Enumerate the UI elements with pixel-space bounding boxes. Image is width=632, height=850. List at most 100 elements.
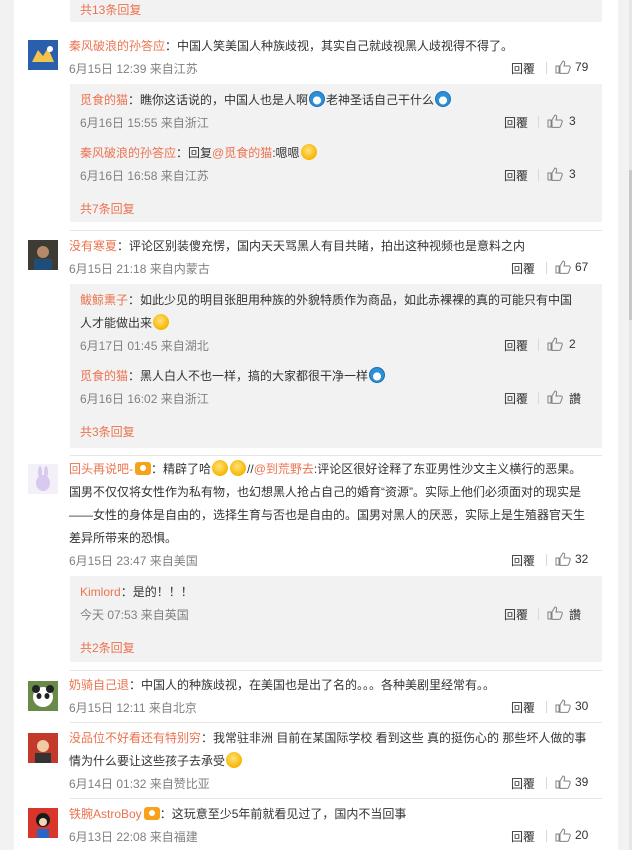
reply-meta: 6月16日 16:58 来自江苏: [80, 169, 209, 183]
comment-divider: [70, 230, 602, 231]
member-badge-icon: [135, 462, 151, 475]
comment-meta: 6月14日 01:32 来自赞比亚: [69, 777, 210, 791]
reply-text: 觅食的猫：黑人白人不也一样，搞的大家都很干净一样: [80, 366, 386, 386]
divider: [538, 116, 539, 128]
sad-emoji-icon: [226, 752, 243, 768]
reply-button[interactable]: 回覆: [511, 775, 535, 792]
like-count: 2: [569, 337, 576, 351]
divider: [538, 339, 539, 351]
laugh-emoji-icon: [230, 460, 247, 476]
divider: [538, 608, 539, 620]
reply-button[interactable]: 回覆: [511, 828, 535, 845]
comment-text: 没有寒夏：评论区别装傻充愣，国内天天骂黑人有目共睹，拍出这种视频也是意料之内: [69, 239, 526, 253]
username-link[interactable]: 秦风破浪的孙答应: [80, 146, 176, 160]
reply-button[interactable]: 回覆: [504, 606, 528, 623]
reply-box: 觅食的猫：瞧你这话说的，中国人也是人啊 老神圣话自己干什么 6月16日 15:55…: [70, 84, 602, 222]
reply-button[interactable]: 回覆: [504, 114, 528, 131]
comment-meta: 6月15日 12:39 来自江苏: [69, 62, 198, 76]
reply-meta: 6月17日 01:45 来自湖北: [80, 339, 209, 353]
avatar[interactable]: [28, 240, 58, 270]
more-replies-link[interactable]: 共7条回复: [80, 200, 135, 217]
divider: [546, 830, 547, 842]
reply-button[interactable]: 回覆: [511, 552, 535, 569]
reply-box: Kimlord：是的！！！ 今天 07:53 来自英国 回覆 讚 共2条回复: [70, 576, 602, 662]
reply-text: Kimlord：是的！！！: [80, 585, 193, 599]
divider: [538, 169, 539, 181]
like-icon[interactable]: [555, 60, 571, 74]
like-icon[interactable]: [555, 775, 571, 789]
like-count: 30: [575, 699, 589, 713]
like-icon[interactable]: [547, 606, 563, 620]
username-link[interactable]: 觅食的猫: [80, 93, 128, 107]
divider: [546, 554, 547, 566]
reply-button[interactable]: 回覆: [511, 260, 535, 277]
reply-text: 鲅鲸熏子：如此少见的明目张胆用种族的外貌特质作为商品，如此赤裸裸的真的可能只有中…: [80, 293, 573, 330]
reply-meta: 6月16日 15:55 来自浙江: [80, 116, 209, 130]
reply-button[interactable]: 回覆: [511, 699, 535, 716]
comment-divider: [70, 798, 602, 799]
like-count: 79: [575, 60, 589, 74]
like-count: 67: [575, 260, 589, 274]
like-icon[interactable]: [547, 167, 563, 181]
comment-meta: 6月13日 22:08 来自福建: [69, 830, 198, 844]
avatar[interactable]: [28, 681, 58, 711]
doraemon-emoji-icon: [369, 367, 386, 383]
more-replies-link[interactable]: 共2条回复: [80, 639, 135, 656]
username-link[interactable]: 秦风破浪的孙答应: [69, 39, 165, 53]
mention-link[interactable]: @觅食的猫: [212, 146, 272, 160]
comment-meta: 6月15日 23:47 来自美国: [69, 554, 198, 568]
reply-meta: 今天 07:53 来自英国: [80, 608, 189, 622]
reply-text: 觅食的猫：瞧你这话说的，中国人也是人啊 老神圣话自己干什么: [80, 90, 452, 110]
like-icon[interactable]: [555, 699, 571, 713]
like-icon[interactable]: [555, 828, 571, 842]
username-link[interactable]: 奶骑自己退: [69, 678, 129, 692]
like-count: 32: [575, 552, 589, 566]
username-link[interactable]: 没品位不好看还有特别穷: [69, 731, 201, 745]
comment-meta: 6月15日 12:11 来自北京: [69, 701, 197, 715]
member-badge-icon: [143, 807, 160, 820]
comment-divider: [70, 455, 602, 456]
like-count: 讚: [569, 392, 582, 406]
mention-link[interactable]: @到荒野去: [254, 462, 314, 476]
smile-emoji-icon: [153, 314, 170, 330]
avatar[interactable]: [28, 808, 58, 838]
username-link[interactable]: 鲅鲸熏子: [80, 293, 128, 307]
comment-text: 秦风破浪的孙答应：中国人笑美国人种族歧视，其实自己就歧视黑人歧视得不得了。: [69, 39, 514, 53]
avatar[interactable]: [28, 464, 58, 494]
doraemon-emoji-icon: [435, 91, 452, 107]
like-count: 3: [569, 167, 576, 181]
divider: [538, 392, 539, 404]
more-replies-link[interactable]: 共3条回复: [80, 423, 135, 440]
reply-meta: 6月16日 16:02 来自浙江: [80, 392, 209, 406]
like-count: 39: [575, 775, 589, 789]
more-replies-link[interactable]: 共13条回复: [80, 1, 141, 18]
like-icon[interactable]: [547, 390, 563, 404]
like-count: 讚: [569, 608, 582, 622]
comment-divider: [70, 670, 602, 671]
reply-button[interactable]: 回覆: [504, 390, 528, 407]
doraemon-emoji-icon: [309, 91, 326, 107]
username-link[interactable]: 没有寒夏: [69, 239, 117, 253]
avatar[interactable]: [28, 733, 58, 763]
avatar[interactable]: [28, 40, 58, 70]
reply-button[interactable]: 回覆: [504, 337, 528, 354]
reply-button[interactable]: 回覆: [504, 167, 528, 184]
comment-text: 铁腕AstroBoy ：这玩意至少5年前就看见过了，国内不当回事: [69, 807, 407, 821]
reply-box-top: 共13条回复: [70, 0, 602, 22]
username-link[interactable]: Kimlord: [80, 585, 121, 599]
like-icon[interactable]: [555, 260, 571, 274]
thinking-emoji-icon: [300, 144, 317, 160]
comment-text: 奶骑自己退：中国人的种族歧视，在美国也是出了名的。。。各种美剧里经常有。。: [69, 678, 496, 692]
like-icon[interactable]: [547, 337, 563, 351]
like-icon[interactable]: [547, 114, 563, 128]
comment-divider: [70, 722, 602, 723]
username-link[interactable]: 回头再说吧-: [69, 462, 133, 476]
like-count: 3: [569, 114, 576, 128]
reply-button[interactable]: 回覆: [511, 60, 535, 77]
username-link[interactable]: 觅食的猫: [80, 369, 128, 383]
username-link[interactable]: 铁腕AstroBoy: [69, 807, 142, 821]
reply-text: 秦风破浪的孙答应：回复@觅食的猫:嗯嗯: [80, 143, 318, 163]
like-icon[interactable]: [555, 552, 571, 566]
comment-text: 回头再说吧- ：精辟了哈//@到荒野去:评论区很好诠释了东亚男性沙文主义横行的恶果…: [69, 460, 586, 545]
comment-text: 没品位不好看还有特别穷：我常驻非洲 目前在某国际学校 看到这些 真的挺伤心的 那…: [69, 731, 587, 768]
